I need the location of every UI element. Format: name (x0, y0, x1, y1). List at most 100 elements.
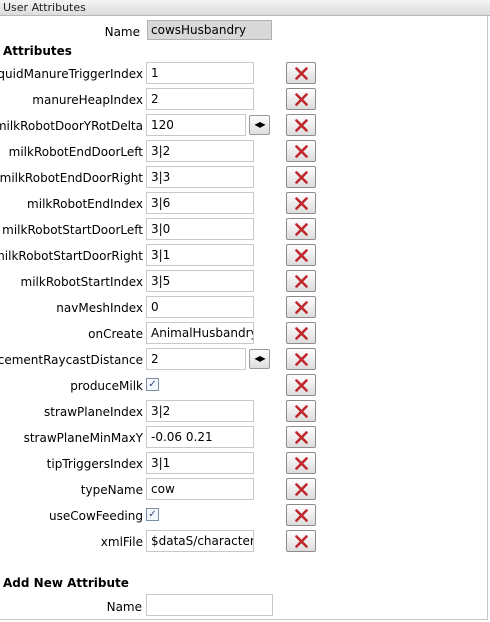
red-x-icon (295, 509, 308, 522)
red-x-icon (295, 301, 308, 314)
delete-attribute-button[interactable] (286, 270, 316, 292)
red-x-icon (295, 223, 308, 236)
attribute-value-input[interactable]: 3|3 (146, 166, 254, 188)
attribute-label: milkRobotEndIndex (27, 197, 143, 211)
node-name-label: Name (104, 25, 140, 39)
red-x-icon (295, 249, 308, 262)
attribute-label: milkRobotEndDoorLeft (8, 145, 143, 159)
attribute-value-input[interactable]: 3|1 (146, 452, 254, 474)
value-stepper-button[interactable]: ◀▶ (249, 115, 270, 135)
attribute-value-input[interactable]: 3|5 (146, 270, 254, 292)
value-stepper-button[interactable]: ◀▶ (249, 349, 270, 369)
attribute-row: milkRobotDoorYRotDelta 120 ◀▶ (0, 114, 488, 138)
red-x-icon (295, 145, 308, 158)
node-name-field: cowsHusbandry (147, 20, 272, 40)
attribute-row: typeName cow (0, 478, 488, 502)
add-new-attribute-header: Add New Attribute (3, 576, 129, 590)
delete-attribute-button[interactable] (286, 530, 316, 552)
attribute-label: liquidManureTriggerIndex (0, 67, 143, 81)
attribute-row: placementRaycastDistance2 ◀▶ (0, 348, 488, 372)
attribute-label: placementRaycastDistance (0, 353, 143, 367)
attribute-row: milkRobotStartDoorLeft 3|0 (0, 218, 488, 242)
delete-attribute-button[interactable] (286, 218, 316, 240)
delete-attribute-button[interactable] (286, 322, 316, 344)
attribute-value-input[interactable]: 120 (146, 114, 246, 136)
red-x-icon (295, 457, 308, 470)
attribute-value-input[interactable]: 3|0 (146, 218, 254, 240)
red-x-icon (295, 431, 308, 444)
delete-attribute-button[interactable] (286, 140, 316, 162)
attribute-value-input[interactable]: 3|2 (146, 140, 254, 162)
attribute-label: xmlFile (100, 535, 143, 549)
red-x-icon (295, 197, 308, 210)
delete-attribute-button[interactable] (286, 192, 316, 214)
attributes-header: Attributes (3, 44, 72, 58)
attribute-label: milkRobotStartDoorLeft (2, 223, 143, 237)
red-x-icon (295, 275, 308, 288)
attribute-label: tipTriggersIndex (46, 457, 143, 471)
attribute-label: typeName (80, 483, 143, 497)
attribute-value-input[interactable]: AnimalHusbandry.c (146, 322, 254, 344)
attribute-row: milkRobotEndDoorLeft 3|2 (0, 140, 488, 164)
attribute-value-input[interactable]: -0.06 0.21 (146, 426, 254, 448)
attribute-row: strawPlaneMinMaxY -0.06 0.21 (0, 426, 488, 450)
attribute-label: milkRobotDoorYRotDelta (0, 119, 143, 133)
attribute-label: strawPlaneMinMaxY (23, 431, 143, 445)
delete-attribute-button[interactable] (286, 426, 316, 448)
attribute-value-input[interactable]: 2 (146, 88, 254, 110)
checkmark-icon: ✓ (148, 509, 157, 520)
attribute-value-input[interactable]: 3|1 (146, 244, 254, 266)
red-x-icon (295, 405, 308, 418)
attribute-row: milkRobotStartDoorRight 3|1 (0, 244, 488, 268)
attribute-value-input[interactable]: 3|6 (146, 192, 254, 214)
attribute-checkbox[interactable]: ✓ (146, 378, 159, 391)
new-attribute-name-input[interactable] (146, 594, 273, 616)
attribute-checkbox[interactable]: ✓ (146, 508, 159, 521)
red-x-icon (295, 119, 308, 132)
attribute-row: milkRobotEndIndex 3|6 (0, 192, 488, 216)
attribute-value-input[interactable]: 3|2 (146, 400, 254, 422)
delete-attribute-button[interactable] (286, 348, 316, 370)
red-x-icon (295, 67, 308, 80)
delete-attribute-button[interactable] (286, 62, 316, 84)
attribute-row: manureHeapIndex 2 (0, 88, 488, 112)
attribute-label: useCowFeeding (49, 509, 143, 523)
attribute-label: produceMilk (70, 379, 143, 393)
attribute-label: navMeshIndex (56, 301, 143, 315)
delete-attribute-button[interactable] (286, 478, 316, 500)
attribute-label: strawPlaneIndex (43, 405, 143, 419)
delete-attribute-button[interactable] (286, 504, 316, 526)
new-attribute-name-label: Name (106, 600, 142, 614)
delete-attribute-button[interactable] (286, 166, 316, 188)
attribute-row: produceMilk ✓ (0, 374, 488, 398)
delete-attribute-button[interactable] (286, 452, 316, 474)
attribute-row: xmlFile $dataS/character/c (0, 530, 488, 554)
delete-attribute-button[interactable] (286, 400, 316, 422)
attribute-value-input[interactable]: cow (146, 478, 254, 500)
left-right-arrows-icon: ◀▶ (254, 120, 265, 129)
attribute-value-input[interactable]: 1 (146, 62, 254, 84)
attribute-row: milkRobotEndDoorRight 3|3 (0, 166, 488, 190)
attribute-value-input[interactable]: $dataS/character/c (146, 530, 254, 552)
panel-title: User Attributes (0, 0, 490, 16)
attribute-row: onCreateAnimalHusbandry.c (0, 322, 488, 346)
user-attributes-panel: Name cowsHusbandry Attributes liquidManu… (0, 16, 488, 620)
red-x-icon (295, 379, 308, 392)
left-right-arrows-icon: ◀▶ (254, 354, 265, 363)
red-x-icon (295, 353, 308, 366)
red-x-icon (295, 535, 308, 548)
delete-attribute-button[interactable] (286, 374, 316, 396)
attribute-row: milkRobotStartIndex 3|5 (0, 270, 488, 294)
delete-attribute-button[interactable] (286, 244, 316, 266)
attribute-row: navMeshIndex 0 (0, 296, 488, 320)
red-x-icon (295, 171, 308, 184)
delete-attribute-button[interactable] (286, 296, 316, 318)
delete-attribute-button[interactable] (286, 88, 316, 110)
attribute-value-input[interactable]: 2 (146, 348, 246, 370)
attribute-label: onCreate (88, 327, 143, 341)
attribute-row: liquidManureTriggerIndex 1 (0, 62, 488, 86)
checkmark-icon: ✓ (148, 379, 157, 390)
attribute-value-input[interactable]: 0 (146, 296, 254, 318)
red-x-icon (295, 93, 308, 106)
delete-attribute-button[interactable] (286, 114, 316, 136)
